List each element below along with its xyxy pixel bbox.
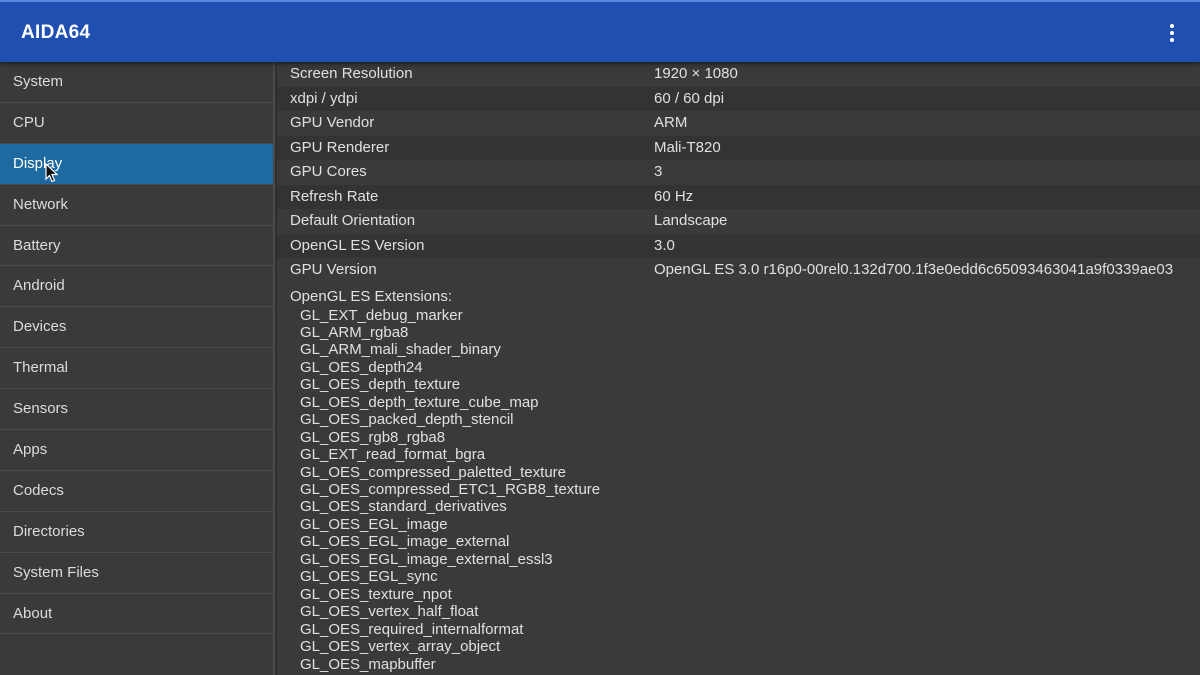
detail-value: 3 xyxy=(654,163,663,180)
sidebar-item-system-files[interactable]: System Files xyxy=(0,553,273,594)
sidebar-item-devices[interactable]: Devices xyxy=(0,307,273,349)
sidebar-item-directories[interactable]: Directories xyxy=(0,512,273,553)
mouse-pointer-icon xyxy=(45,162,59,183)
detail-key: GPU Vendor xyxy=(290,114,375,131)
extensions-list: GL_EXT_debug_marker GL_ARM_rgba8 GL_ARM_… xyxy=(277,307,1200,674)
detail-key: Default Orientation xyxy=(290,212,416,229)
detail-row: GPU Cores 3 xyxy=(277,160,1200,185)
details-panel[interactable]: Screen Resolution 1920 × 1080 xdpi / ydpi… xyxy=(277,62,1200,675)
sidebar-item-system[interactable]: System xyxy=(0,62,273,103)
extension-item: GL_OES_EGL_image_external_essl3 xyxy=(300,550,553,568)
detail-row: OpenGL ES Version 3.0 xyxy=(277,233,1200,258)
detail-key: GPU Renderer xyxy=(290,138,390,156)
detail-value: 1920 × 1080 xyxy=(654,65,738,82)
sidebar-item-sensors[interactable]: Sensors xyxy=(0,389,273,431)
app-bar: AIDA64 xyxy=(0,0,1200,62)
sidebar-item-apps[interactable]: Apps xyxy=(0,430,273,471)
extension-item: GL_ARM_rgba8 xyxy=(300,323,409,341)
extension-item: GL_EXT_debug_marker xyxy=(300,306,463,324)
detail-value: 60 Hz xyxy=(654,187,694,205)
sidebar: System CPU Display Network Battery Andro… xyxy=(0,62,275,675)
extension-item: GL_OES_depth24 xyxy=(300,358,423,376)
extension-item: GL_OES_vertex_half_float xyxy=(300,603,479,621)
extension-item: GL_OES_compressed_paletted_texture xyxy=(300,463,566,481)
extensions-block: OpenGL ES Extensions: GL_EXT_debug_marke… xyxy=(277,282,1200,675)
extension-item: GL_EXT_read_format_bgra xyxy=(300,446,486,464)
detail-value: Landscape xyxy=(654,212,728,229)
sidebar-item-android[interactable]: Android xyxy=(0,266,273,308)
extension-item: GL_OES_compressed_ETC1_RGB8_texture xyxy=(300,481,601,499)
details-list: Screen Resolution 1920 × 1080 xdpi / ydpi… xyxy=(277,62,1200,283)
sidebar-item-thermal[interactable]: Thermal xyxy=(0,348,273,390)
sidebar-item-about[interactable]: About xyxy=(0,594,273,635)
detail-value: 3.0 xyxy=(654,236,675,254)
extension-item: GL_OES_rgb8_rgba8 xyxy=(300,428,446,446)
extension-item: GL_OES_texture_npot xyxy=(300,585,452,603)
extension-item: GL_OES_EGL_image_external xyxy=(300,533,510,551)
sidebar-item-codecs[interactable]: Codecs xyxy=(0,471,273,512)
extension-item: GL_OES_EGL_sync xyxy=(300,568,438,586)
detail-value: OpenGL ES 3.0 r16p0-00rel0.132d700.1f3e0… xyxy=(654,261,1174,278)
extension-item: GL_OES_mapbuffer xyxy=(300,655,436,673)
detail-key: GPU Version xyxy=(290,261,377,278)
detail-value: 60 / 60 dpi xyxy=(654,89,725,107)
detail-row: xdpi / ydpi 60 / 60 dpi xyxy=(277,86,1200,111)
extension-item: GL_OES_standard_derivatives xyxy=(300,498,507,516)
detail-row: Screen Resolution 1920 × 1080 xyxy=(277,62,1200,87)
detail-key: Refresh Rate xyxy=(290,187,379,205)
sidebar-item-display[interactable]: Display xyxy=(0,143,273,185)
extension-item: GL_OES_required_internalformat xyxy=(300,620,524,638)
extension-item: GL_OES_depth_texture_cube_map xyxy=(300,393,539,411)
extension-item: GL_OES_depth_texture xyxy=(300,376,461,394)
sidebar-item-network[interactable]: Network xyxy=(0,185,273,226)
detail-row: GPU Renderer Mali-T820 xyxy=(277,135,1200,160)
detail-row: Refresh Rate 60 Hz xyxy=(277,184,1200,209)
app-title: AIDA64 xyxy=(21,22,91,43)
detail-row: Default Orientation Landscape xyxy=(277,209,1200,234)
more-vert-icon[interactable] xyxy=(1162,20,1182,46)
detail-key: GPU Cores xyxy=(290,163,367,180)
sidebar-item-cpu[interactable]: CPU xyxy=(0,103,273,144)
detail-value: Mali-T820 xyxy=(654,138,721,156)
detail-row: GPU Version OpenGL ES 3.0 r16p0-00rel0.13… xyxy=(277,258,1200,283)
sidebar-item-battery[interactable]: Battery xyxy=(0,226,273,267)
detail-key: OpenGL ES Version xyxy=(290,236,425,254)
detail-value: ARM xyxy=(654,114,688,131)
detail-key: Screen Resolution xyxy=(290,65,413,82)
detail-key: xdpi / ydpi xyxy=(290,89,358,107)
extension-item: GL_OES_vertex_array_object xyxy=(300,638,501,656)
extensions-header: OpenGL ES Extensions: xyxy=(290,287,453,305)
extension-item: GL_ARM_mali_shader_binary xyxy=(300,341,501,359)
extension-item: GL_OES_EGL_image xyxy=(300,515,448,533)
extension-item: GL_OES_packed_depth_stencil xyxy=(300,411,514,429)
detail-row: GPU Vendor ARM xyxy=(277,111,1200,136)
